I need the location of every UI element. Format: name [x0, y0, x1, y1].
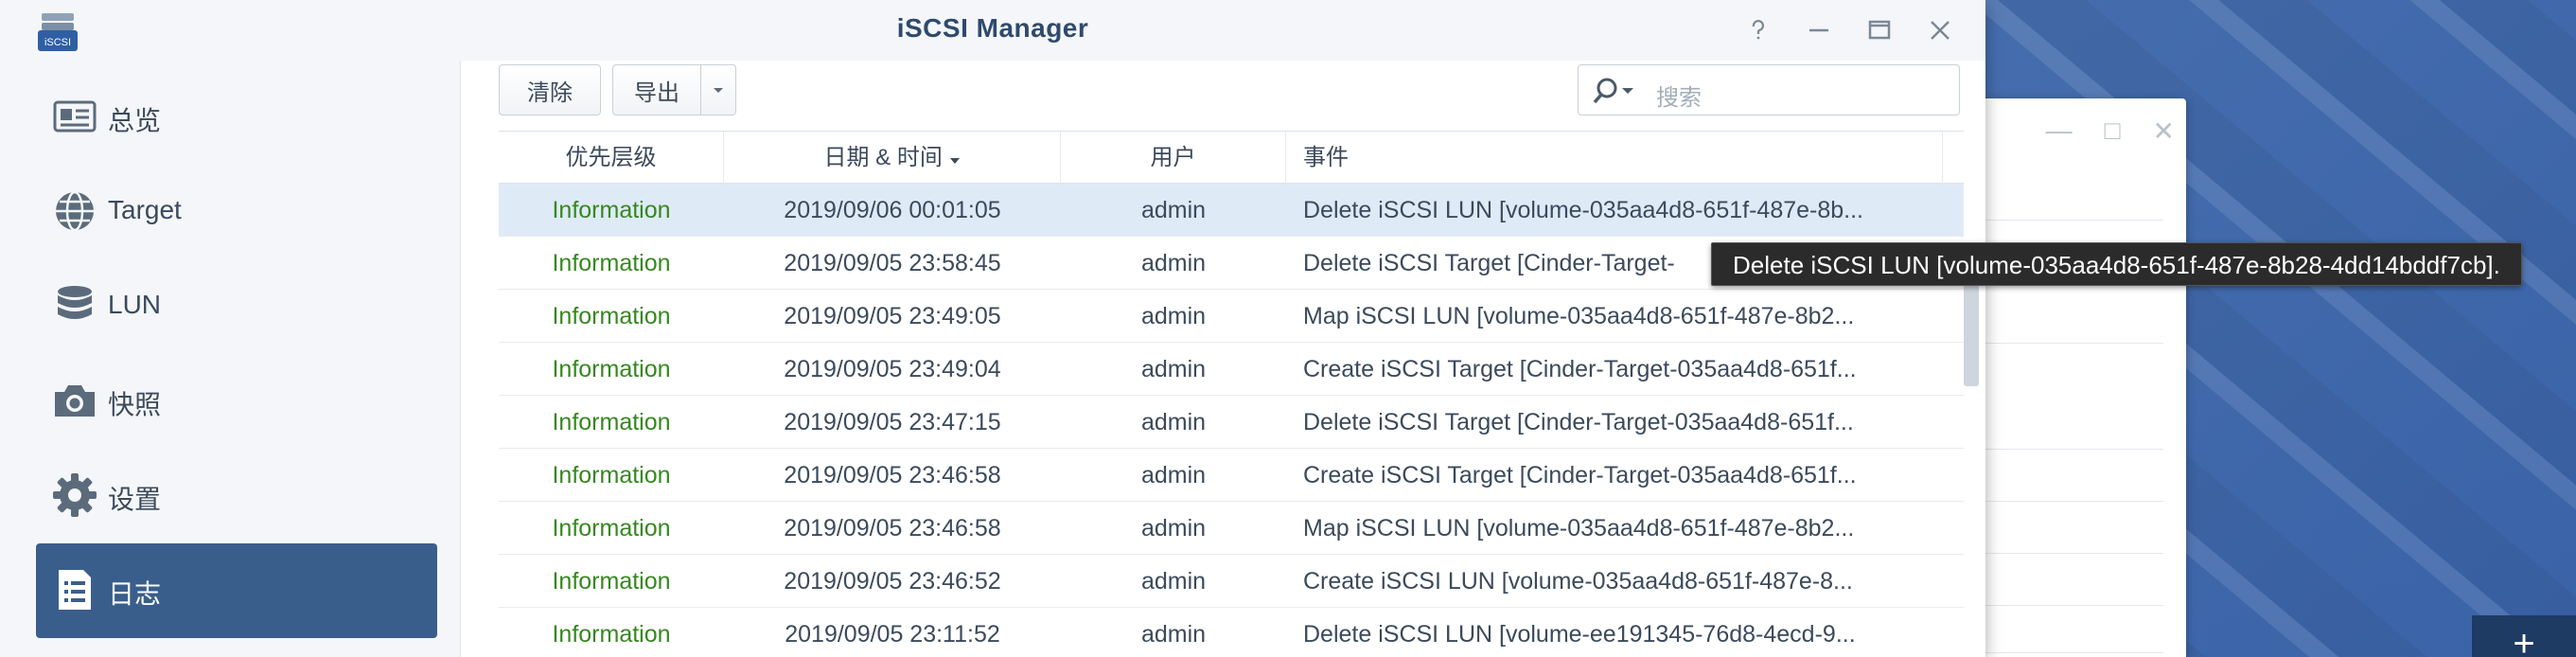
table-row[interactable]: Information 2019/09/05 23:47:15 admin Delet… — [499, 396, 1964, 449]
minimize-icon[interactable]: — — [2046, 115, 2073, 147]
user-cell: admin — [1140, 621, 1207, 648]
column-header-datetime[interactable]: 日期 & 时间 — [724, 132, 1061, 185]
divider — [1978, 652, 2163, 653]
user-cell: admin — [1140, 197, 1207, 223]
table-header: 优先层级 日期 & 时间 用户 事件 — [499, 131, 1964, 185]
sidebar-item-target[interactable]: Target — [36, 165, 437, 259]
table-row[interactable]: Information 2019/09/06 00:01:05 admin Delet… — [499, 184, 1964, 237]
event-cell: Delete iSCSI LUN [volume-ee191345-76d8-4… — [1303, 621, 1856, 648]
globe-icon — [56, 190, 94, 232]
add-button[interactable]: + — [2472, 615, 2576, 657]
clear-button[interactable]: 清除 — [499, 64, 601, 115]
datetime-cell: 2019/09/05 23:46:58 — [784, 515, 1001, 542]
sidebar-item-label: LUN — [108, 290, 162, 319]
event-cell: Create iSCSI Target [Cinder-Target-035aa… — [1303, 462, 1857, 488]
priority-cell: Information — [552, 303, 671, 329]
sidebar-item-label: 快照 — [108, 390, 162, 419]
column-header-priority[interactable]: 优先层级 — [499, 132, 724, 185]
priority-cell: Information — [552, 250, 671, 276]
datetime-cell: 2019/09/06 00:01:05 — [784, 197, 1001, 223]
event-cell: Map iSCSI LUN [volume-035aa4d8-651f-487e… — [1303, 303, 1855, 329]
priority-cell: Information — [552, 462, 671, 488]
sidebar-item-lun[interactable]: LUN — [36, 259, 437, 354]
datetime-cell: 2019/09/05 23:11:52 — [785, 621, 1000, 648]
maximize-icon[interactable]: □ — [2105, 115, 2121, 147]
user-cell: admin — [1140, 250, 1207, 276]
database-icon — [58, 286, 92, 319]
priority-cell: Information — [552, 621, 671, 648]
log-panel: 清除 导出 搜索 优先层级 日期 & 时间 用户 事件 Information … — [460, 61, 1985, 657]
log-document-icon — [59, 570, 91, 610]
event-cell: Map iSCSI LUN [volume-035aa4d8-651f-487e… — [1303, 515, 1855, 542]
search-input[interactable]: 搜索 — [1656, 79, 1702, 112]
export-dropdown-button[interactable] — [700, 64, 736, 115]
event-cell: Create iSCSI LUN [volume-035aa4d8-651f-4… — [1303, 568, 1853, 595]
table-row[interactable]: Information 2019/09/05 23:46:52 admin Creat… — [499, 555, 1964, 608]
event-cell: Delete iSCSI Target [Cinder-Target-035aa… — [1303, 409, 1854, 435]
priority-cell: Information — [552, 568, 671, 595]
close-icon[interactable] — [1921, 11, 1959, 49]
user-cell: admin — [1140, 303, 1207, 329]
priority-cell: Information — [552, 356, 671, 382]
priority-cell: Information — [552, 515, 671, 542]
sidebar: 总览 Target LUN 快照 设置 日志 — [0, 61, 460, 657]
divider — [1978, 605, 2163, 606]
chevron-down-icon — [714, 88, 723, 93]
search-box[interactable]: 搜索 — [1578, 64, 1960, 115]
datetime-cell: 2019/09/05 23:49:05 — [784, 303, 1001, 329]
table-row[interactable]: Information 2019/09/05 23:49:04 admin Creat… — [499, 343, 1964, 396]
sidebar-item-label: 日志 — [108, 579, 162, 609]
divider — [1978, 449, 2163, 450]
divider — [1978, 343, 2163, 344]
sidebar-item-label: 总览 — [108, 106, 162, 135]
user-cell: admin — [1140, 356, 1207, 382]
sidebar-item-label: Target — [108, 195, 182, 224]
column-header-label: 日期 & 时间 — [823, 145, 943, 170]
divider — [1978, 501, 2163, 502]
sidebar-item-settings[interactable]: 设置 — [36, 449, 437, 543]
maximize-icon[interactable] — [1861, 11, 1898, 49]
divider — [1978, 220, 2163, 221]
table-row[interactable]: Information 2019/09/05 23:49:05 admin Map i… — [499, 290, 1964, 343]
event-cell: Create iSCSI Target [Cinder-Target-035aa… — [1303, 356, 1857, 382]
table-row[interactable]: Information 2019/09/05 23:46:58 admin Creat… — [499, 449, 1964, 502]
user-cell: admin — [1140, 515, 1207, 542]
close-icon[interactable]: ✕ — [2153, 115, 2175, 147]
sidebar-item-snapshot[interactable]: 快照 — [36, 354, 437, 449]
event-tooltip: Delete iSCSI LUN [volume-035aa4d8-651f-4… — [1711, 242, 2522, 286]
table-row[interactable]: Information 2019/09/05 23:46:58 admin Map i… — [499, 502, 1964, 555]
sort-descending-icon — [949, 158, 960, 164]
sidebar-item-label: 设置 — [108, 485, 162, 514]
user-cell: admin — [1140, 409, 1207, 435]
gear-icon — [53, 473, 97, 517]
camera-icon — [55, 385, 95, 417]
datetime-cell: 2019/09/05 23:46:52 — [784, 568, 1001, 595]
user-cell: admin — [1140, 568, 1207, 595]
priority-cell: Information — [552, 197, 671, 223]
datetime-cell: 2019/09/05 23:49:04 — [784, 356, 1001, 382]
background-window-controls: — □ ✕ — [2046, 115, 2175, 147]
minimize-icon[interactable] — [1800, 11, 1838, 49]
table-row[interactable]: Information 2019/09/05 23:11:52 admin Delet… — [499, 608, 1964, 657]
datetime-cell: 2019/09/05 23:47:15 — [784, 409, 1001, 435]
datetime-cell: 2019/09/05 23:58:45 — [784, 250, 1001, 276]
help-icon[interactable] — [1739, 11, 1777, 49]
event-cell: Delete iSCSI LUN [volume-035aa4d8-651f-4… — [1303, 197, 1864, 223]
column-header-event[interactable]: 事件 — [1286, 132, 1943, 185]
user-cell: admin — [1140, 462, 1207, 488]
search-icon[interactable] — [1592, 77, 1645, 105]
priority-cell: Information — [552, 409, 671, 435]
window-title: iSCSI Manager — [896, 13, 1089, 43]
divider — [1978, 553, 2163, 554]
datetime-cell: 2019/09/05 23:46:58 — [784, 462, 1001, 488]
sidebar-item-overview[interactable]: 总览 — [36, 70, 437, 165]
sidebar-item-log[interactable]: 日志 — [36, 543, 437, 638]
overview-card-icon — [53, 100, 97, 133]
export-button[interactable]: 导出 — [612, 64, 701, 115]
iscsi-manager-window: iSCSI iSCSI Manager 总览 Target LUN 快照 设置 … — [0, 0, 1985, 657]
title-bar[interactable]: iSCSI iSCSI Manager — [0, 0, 1985, 61]
column-header-user[interactable]: 用户 — [1061, 132, 1286, 185]
